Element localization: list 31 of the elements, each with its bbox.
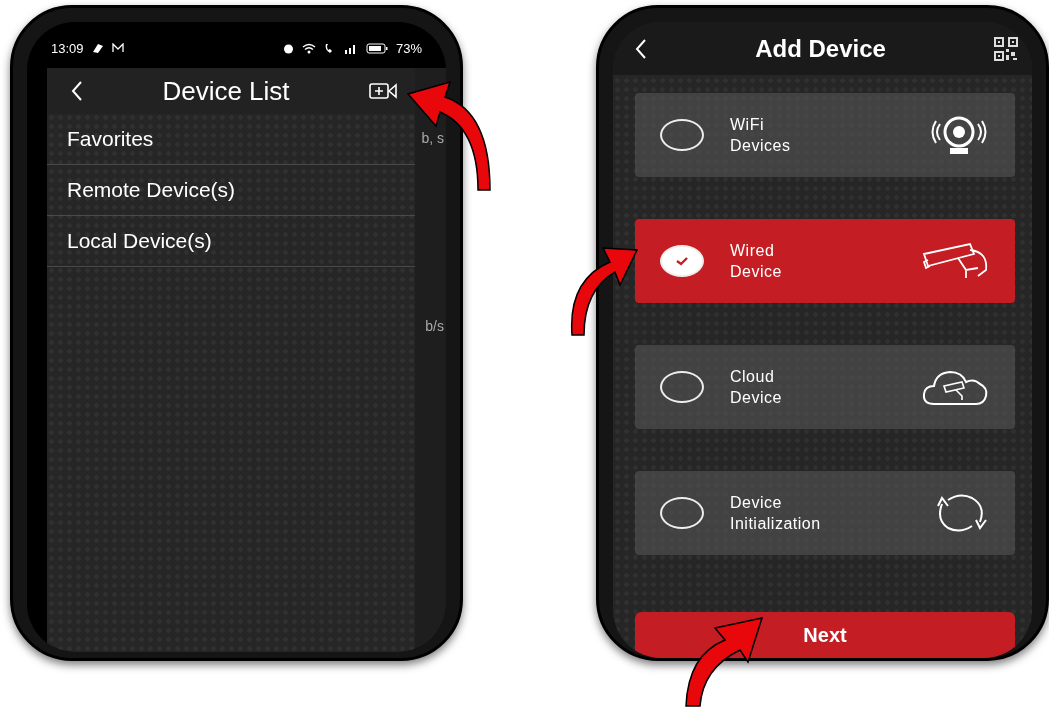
- background-text: b/s: [425, 318, 444, 334]
- radio-button[interactable]: [660, 497, 704, 529]
- screen-title: Device List: [161, 75, 291, 107]
- device-option-card[interactable]: Cloud Device: [635, 345, 1015, 429]
- device-option-card[interactable]: WiFi Devices: [635, 93, 1015, 177]
- qr-code-icon[interactable]: [994, 36, 1018, 61]
- add-camera-icon[interactable]: [369, 82, 397, 100]
- battery-percent: 73%: [395, 40, 422, 56]
- device-option-card[interactable]: Device Initialization: [635, 471, 1015, 555]
- next-button[interactable]: Next: [635, 612, 1015, 658]
- option-label: Wired Device: [730, 241, 782, 282]
- background-text: b, s: [421, 130, 444, 146]
- screen-title: Add Device: [754, 34, 887, 63]
- battery-icon: [365, 42, 388, 54]
- back-icon[interactable]: [635, 37, 647, 60]
- status-time: 13:09: [51, 40, 84, 56]
- cloud-camera-icon: [922, 368, 990, 406]
- back-icon[interactable]: [71, 80, 83, 102]
- mail-icon: [111, 43, 124, 53]
- signal-icon: [343, 42, 358, 54]
- option-label: Device Initialization: [730, 493, 821, 534]
- option-label: Cloud Device: [730, 367, 782, 408]
- option-label: WiFi Devices: [730, 115, 791, 156]
- radio-button[interactable]: [660, 371, 704, 403]
- radio-button[interactable]: [660, 245, 704, 277]
- radio-button[interactable]: [660, 119, 704, 151]
- notification-icon: [91, 42, 104, 54]
- wifi-icon: [301, 42, 316, 54]
- alarm-icon: [282, 42, 294, 54]
- device-option-card[interactable]: Wired Device: [635, 219, 1015, 303]
- check-icon: [675, 256, 689, 266]
